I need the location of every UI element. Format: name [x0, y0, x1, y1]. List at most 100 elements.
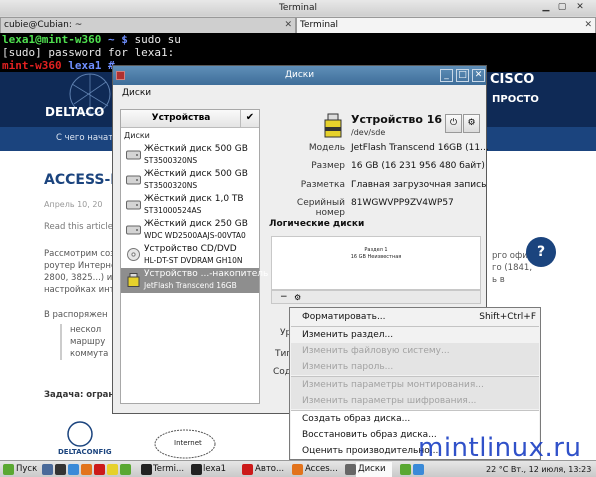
menu-item-change-password: Изменить пароль... — [291, 359, 539, 375]
nav-start[interactable]: С чего начать — [56, 133, 118, 143]
terminal-line: [sudo] password for lexa1: — [2, 46, 175, 59]
optical-disc-icon — [127, 248, 140, 261]
list-item-drive[interactable]: Жёсткий диск 500 GB ST3500320NS — [121, 168, 259, 193]
maximize-icon[interactable]: □ — [456, 69, 469, 82]
partial-label: Тип — [275, 349, 293, 359]
menu-item-format[interactable]: Форматировать... Shift+Ctrl+F — [291, 309, 539, 325]
task-opera-icon — [242, 464, 253, 475]
hdd-icon — [126, 200, 141, 210]
task-lexa1[interactable]: lexa1 — [203, 462, 237, 477]
list-item-drive[interactable]: Жёсткий диск 250 GB WDC WD2500AAJS-00VTA… — [121, 218, 259, 243]
diagram-logo-text: DELTACONFIG — [58, 448, 112, 456]
task-disks-icon — [345, 464, 356, 475]
devices-title: Устройства — [151, 113, 211, 123]
drive-settings-button[interactable]: ⚙ — [463, 114, 480, 133]
taskbar: Пуск Termi... lexa1 Авто... Acces... Дис… — [0, 460, 596, 477]
task-lexa-icon — [191, 464, 202, 475]
prop-value: JetFlash Transcend 16GB (11... — [351, 143, 489, 153]
logical-disks-title: Логические диски — [269, 219, 365, 229]
task-access[interactable]: Acces... — [305, 462, 341, 477]
check-icon[interactable]: ✔ — [240, 110, 259, 127]
power-icon: ⏻ — [449, 118, 458, 128]
prop-label: Серийный номер — [296, 198, 345, 218]
prop-label: Размер — [311, 161, 345, 171]
start-menu-icon[interactable] — [3, 464, 14, 475]
menu-item-create-image[interactable]: Создать образ диска... — [291, 411, 539, 427]
task-terminal[interactable]: Termi... — [153, 462, 187, 477]
article-subhead: В распоряжен — [44, 310, 108, 320]
task-terminal-icon — [141, 464, 152, 475]
menu-item-edit-partition[interactable]: Изменить раздел... — [291, 327, 539, 343]
remove-partition-button[interactable]: − — [280, 291, 288, 304]
devices-pane: Устройства ✔ Диски Жёсткий диск 500 GB S… — [120, 109, 268, 404]
terminal-title: Terminal — [278, 3, 318, 13]
clock[interactable]: 22 °C Вт., 12 июля, 13:23 — [486, 462, 596, 477]
gears-icon[interactable]: ⚙ — [294, 291, 301, 304]
tray-network-icon[interactable] — [413, 464, 424, 475]
file-manager-icon[interactable] — [42, 464, 53, 475]
site-brand-sub: ПРОСТО — [492, 94, 539, 105]
menu-item-mount-options: Изменить параметры монтирования... — [291, 377, 539, 393]
menu-item-edit-filesystem: Изменить файловую систему... — [291, 343, 539, 359]
terminal-tabbar: cubie@Cubian: ~ ✕ Terminal ✕ — [0, 16, 596, 33]
chrome-icon[interactable] — [107, 464, 118, 475]
hdd-icon — [126, 150, 141, 160]
app-launcher-icon[interactable] — [120, 464, 131, 475]
menu-disks[interactable]: Диски — [122, 88, 151, 98]
task-disks[interactable]: Диски — [356, 462, 392, 477]
minimize-icon[interactable]: ▁ — [540, 2, 552, 14]
menu-item-encryption-options: Изменить параметры шифрования... — [291, 393, 539, 409]
terminal-launcher-icon[interactable] — [55, 464, 66, 475]
list-item-drive-selected[interactable]: Устройство ...-накопитель JetFlash Trans… — [121, 268, 268, 293]
device-path: /dev/sde — [351, 128, 386, 137]
terminal-line: lexa1@mint-w360 ~ $ sudo su — [2, 33, 181, 46]
disks-titlebar[interactable]: Диски _ □ ✕ — [113, 66, 486, 85]
maximize-icon[interactable]: ▢ — [556, 2, 568, 14]
partial-label: Сод — [273, 367, 292, 377]
menu-shortcut: Shift+Ctrl+F — [479, 312, 536, 322]
list-item-drive[interactable]: Устройство CD/DVD HL-DT-ST DVDRAM GH10N — [121, 243, 259, 268]
prop-label: Модель — [308, 143, 345, 153]
article-task: Задача: ограни — [44, 390, 121, 400]
tab-terminal[interactable]: Terminal ✕ — [296, 17, 596, 33]
firefox-icon[interactable] — [81, 464, 92, 475]
power-off-button[interactable]: ⏻ — [445, 114, 462, 133]
terminal-titlebar[interactable]: Terminal ▁ ▢ ✕ — [0, 0, 596, 16]
prop-value: 16 GB (16 231 956 480 байт) — [351, 161, 485, 171]
usb-drive-icon — [127, 273, 140, 287]
section-label: Диски — [124, 131, 150, 140]
hdd-icon — [126, 225, 141, 235]
close-icon[interactable]: ✕ — [574, 2, 586, 14]
task-firefox-icon — [292, 464, 303, 475]
partition-1[interactable]: Раздел 1 16 GB Неизвестная — [276, 247, 476, 261]
hdd-icon — [126, 175, 141, 185]
article-title[interactable]: ACCESS-L — [44, 172, 119, 188]
task-auto[interactable]: Авто... — [255, 462, 285, 477]
article-date: Апрель 10, 20 — [44, 200, 103, 209]
close-tab-icon[interactable]: ✕ — [284, 18, 292, 33]
minimize-icon[interactable]: _ — [440, 69, 453, 82]
prop-value: 81WGWVPP9ZV4WP57 — [351, 198, 454, 208]
usb-drive-icon — [324, 113, 342, 138]
prop-value: Главная загрузочная запись — [351, 180, 487, 190]
partition-map[interactable]: Раздел 1 16 GB Неизвестная — [271, 236, 481, 290]
partition-toolbar: − ⚙ — [271, 290, 481, 304]
start-button[interactable]: Пуск — [16, 462, 38, 477]
site-brand-left: DELTACO — [45, 105, 105, 119]
article-bullets: нескол маршру коммута — [60, 324, 108, 360]
browser-launcher-icon[interactable] — [68, 464, 79, 475]
tab-cubian[interactable]: cubie@Cubian: ~ ✕ — [0, 17, 296, 33]
list-item-drive[interactable]: Жёсткий диск 500 GB ST3500320NS — [121, 143, 259, 168]
internet-label: Internet — [174, 439, 202, 447]
site-brand-right: CISCO — [490, 72, 535, 87]
close-tab-icon[interactable]: ✕ — [584, 18, 592, 33]
close-icon[interactable]: ✕ — [472, 69, 485, 82]
opera-icon[interactable] — [94, 464, 105, 475]
help-icon[interactable]: ? — [526, 237, 556, 267]
window-menu-icon[interactable] — [116, 71, 125, 80]
device-title: Устройство 16 ... — [351, 113, 459, 126]
read-more[interactable]: Read this article — [44, 222, 113, 232]
tray-update-icon[interactable] — [400, 464, 411, 475]
list-item-drive[interactable]: Жёсткий диск 1,0 TB ST31000524AS — [121, 193, 259, 218]
partial-label: Ур — [280, 328, 292, 338]
